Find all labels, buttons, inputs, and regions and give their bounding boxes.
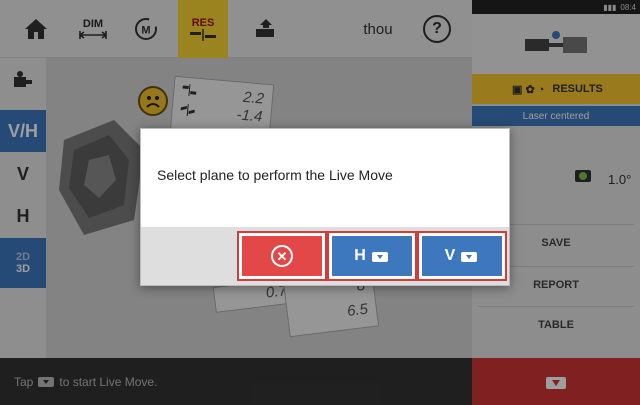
close-icon: ✕ xyxy=(271,245,293,267)
vertical-plane-button[interactable]: V xyxy=(417,231,507,281)
device-screen: DIM M RES thou ? V/H V H 2D 3D 2.2 -1.4 … xyxy=(0,0,640,405)
cancel-button[interactable]: ✕ xyxy=(237,231,327,281)
horizontal-plane-label: H xyxy=(354,247,366,264)
horizontal-plane-button[interactable]: H xyxy=(327,231,417,281)
vertical-plane-label: V xyxy=(444,247,456,264)
horizontal-live-move-icon xyxy=(371,252,388,262)
dialog-button-bar: ✕ H V xyxy=(141,227,509,285)
live-move-plane-dialog: Select plane to perform the Live Move ✕ … xyxy=(140,128,510,286)
dialog-message: Select plane to perform the Live Move xyxy=(157,167,393,183)
vertical-live-move-icon xyxy=(461,252,478,262)
